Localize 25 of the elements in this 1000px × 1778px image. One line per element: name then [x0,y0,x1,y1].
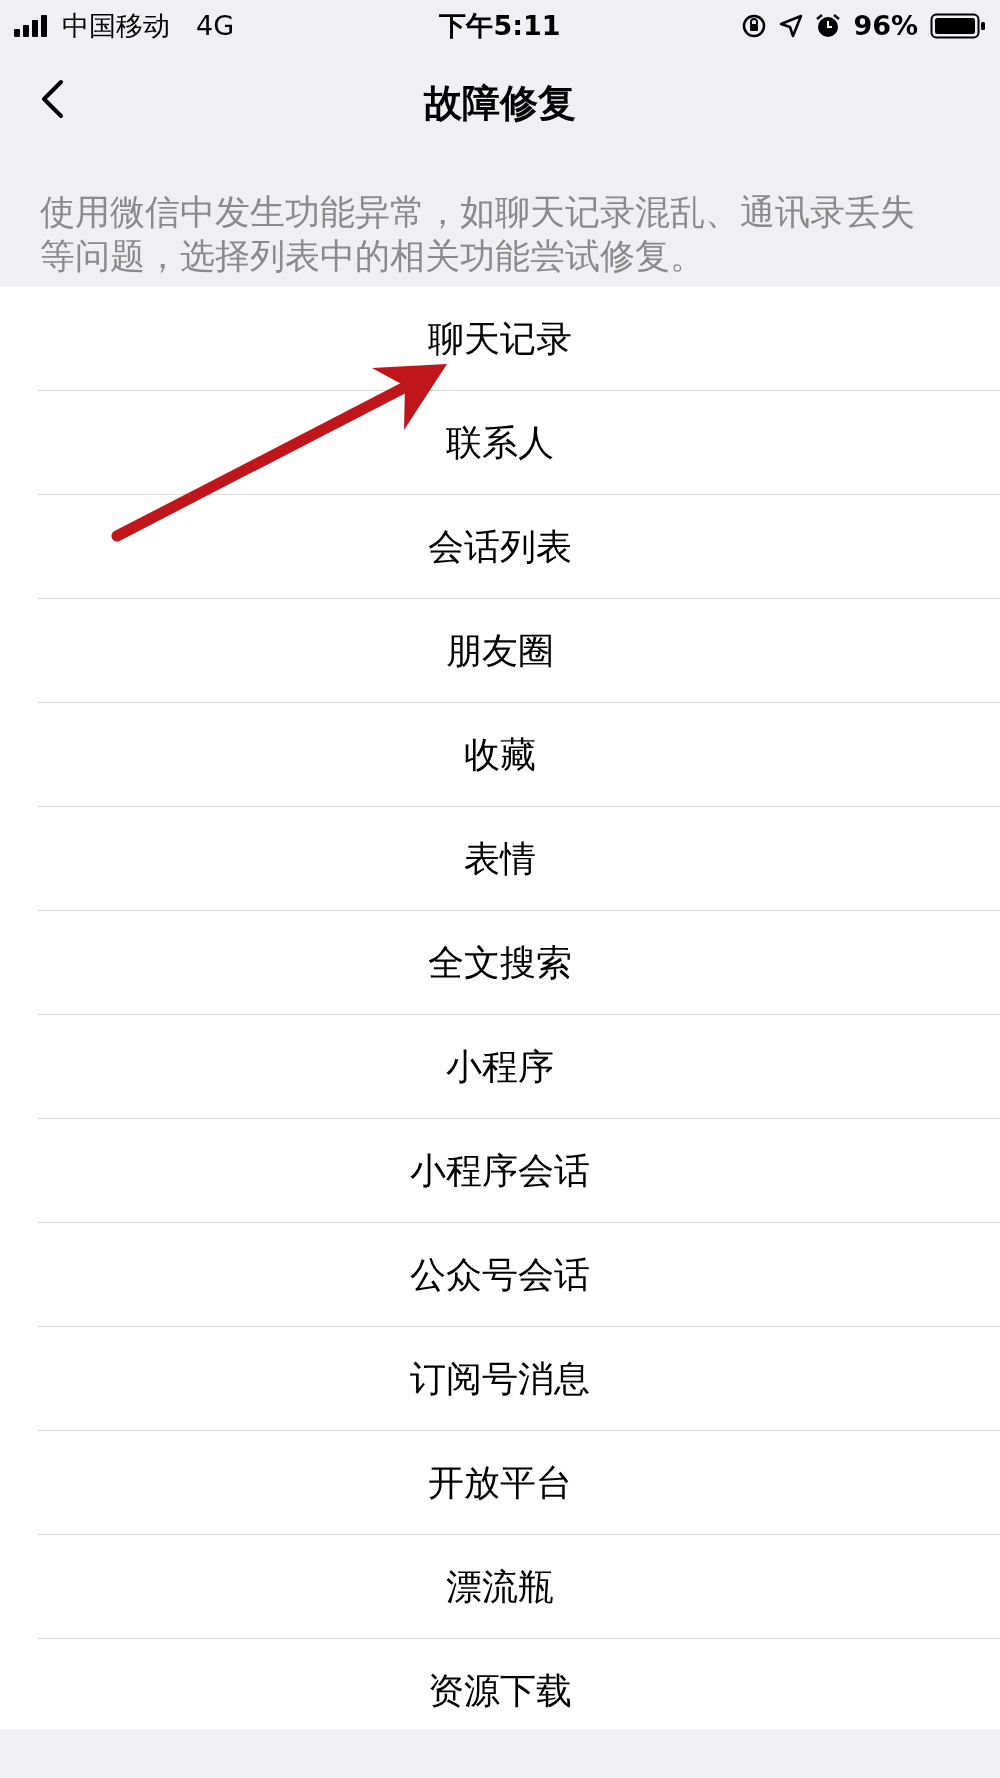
repair-option[interactable]: 开放平台 [418,1456,582,1510]
carrier-name: 中国移动 [62,8,170,43]
description-text: 使用微信中发生功能异常，如聊天记录混乱、通讯录丢失等问题，选择列表中的相关功能尝试修复。 [40,191,916,278]
repair-option[interactable]: 全文搜索 [418,936,582,990]
repair-option[interactable]: 表情 [454,832,546,886]
repair-option[interactable]: 公众号会话 [400,1248,600,1302]
alarm-clock-icon [815,13,842,39]
repair-option[interactable]: 订阅号消息 [400,1352,600,1406]
rotation-lock-icon [741,13,768,39]
repair-option[interactable]: 收藏 [454,728,546,782]
repair-option[interactable]: 漂流瓶 [436,1560,564,1614]
battery-icon [930,13,986,39]
repair-option[interactable]: 联系人 [436,416,564,470]
repair-option[interactable]: 会话列表 [418,520,582,574]
location-arrow-icon [779,14,804,38]
back-chevron-icon [39,79,65,119]
page-title: 故障修复 [424,79,576,127]
repair-option[interactable]: 小程序会话 [400,1144,600,1198]
repair-option[interactable]: 聊天记录 [418,312,582,366]
clock-time: 下午5:11 [439,8,561,43]
network-type: 4G [196,8,235,43]
battery-percent: 96% [853,8,918,43]
repair-option[interactable]: 资源下载 [418,1664,582,1718]
repair-option[interactable]: 小程序 [436,1040,564,1094]
repair-option[interactable]: 朋友圈 [436,624,564,678]
